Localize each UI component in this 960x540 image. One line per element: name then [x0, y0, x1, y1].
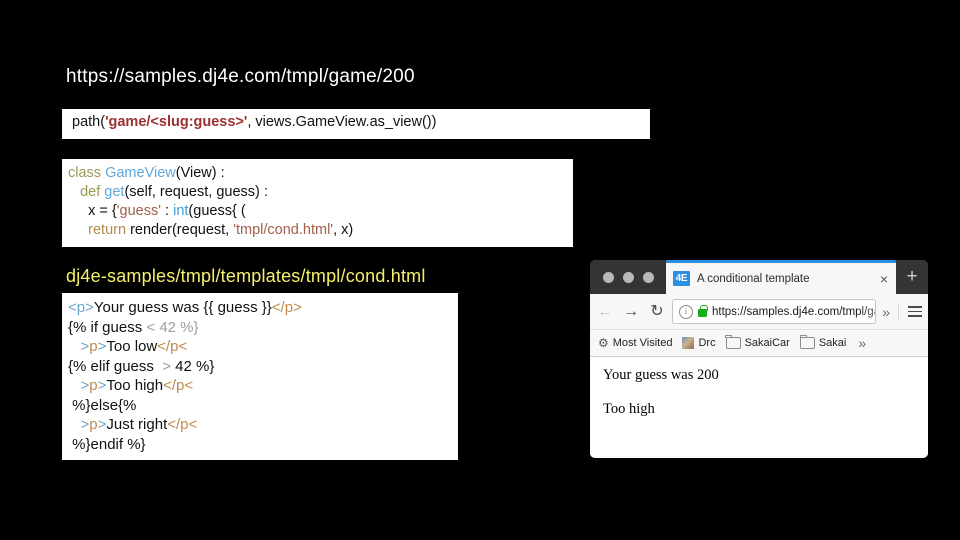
code-token: {% if guess — [68, 318, 147, 336]
code-token: class — [68, 165, 106, 181]
back-button[interactable]: ← — [594, 303, 616, 320]
code-token: 'guess' — [116, 203, 161, 219]
browser-titlebar: 4E A conditional template × + — [590, 260, 928, 294]
code-token: (self, request, guess) : — [124, 184, 268, 200]
window-controls — [590, 260, 666, 294]
bookmark-label: Sakai — [818, 337, 847, 349]
code-token: get — [104, 184, 125, 200]
code-line: %}else{% — [68, 396, 458, 416]
code-token: (View) : — [175, 165, 225, 181]
minimize-window-icon[interactable] — [623, 271, 634, 283]
code-line: x = {'guess' : int(guess{ ( — [68, 202, 573, 221]
browser-tab-active[interactable]: 4E A conditional template × — [666, 260, 896, 294]
code-token: 42 %} — [175, 357, 215, 375]
code-token: </p< — [163, 377, 194, 394]
code-token: p — [89, 338, 98, 355]
code-token: {% elif guess — [68, 357, 159, 375]
html-template-panel: <p>Your guess was {{ guess }}</p> {% if g… — [62, 293, 458, 460]
code-token: %}else{% — [68, 396, 137, 414]
tab-title: A conditional template — [697, 272, 810, 285]
template-file-label: dj4e-samples/tmpl/templates/tmpl/cond.ht… — [66, 266, 426, 286]
code-token: return — [68, 222, 131, 238]
bookmark-label: SakaiCar — [744, 337, 790, 349]
path-suffix: , views.GameView.as_view()) — [247, 114, 437, 130]
code-token: : — [161, 203, 174, 219]
code-line: %}endif %} — [68, 435, 458, 455]
browser-window: 4E A conditional template × + ← → ↻ i ht… — [590, 260, 928, 458]
close-window-icon[interactable] — [603, 271, 614, 283]
page-paragraph: Too high — [603, 401, 655, 417]
toolbar-divider — [898, 302, 899, 321]
site-info-icon[interactable]: i — [679, 304, 693, 319]
code-token: Too high — [106, 377, 164, 394]
code-token: render(request, — [130, 222, 234, 238]
code-token: p — [89, 416, 98, 433]
bookmark-label: Most Visited — [612, 337, 673, 349]
code-token: </p> — [271, 299, 302, 316]
browser-toolbar: ← → ↻ i https://samples.dj4e.com/tmpl/ga… — [590, 294, 928, 330]
bookmark-item[interactable]: ⚙ Most Visited — [598, 337, 672, 349]
address-bar[interactable]: i https://samples.dj4e.com/tmpl/game/200 — [672, 299, 877, 324]
code-token: < 42 %} — [146, 318, 199, 336]
folder-icon — [725, 334, 741, 349]
forward-button[interactable]: → — [620, 303, 642, 320]
code-line: class GameView(View) : — [68, 164, 573, 183]
code-token: > — [68, 416, 90, 433]
page-paragraph: Your guess was 200 — [603, 367, 719, 383]
menu-icon[interactable] — [908, 303, 922, 320]
code-token: def — [68, 184, 105, 200]
address-bar-url: https://samples.dj4e.com/tmpl/game/200 — [712, 305, 875, 318]
code-token: > — [68, 338, 90, 355]
slide-url-heading: https://samples.dj4e.com/tmpl/game/200 — [66, 66, 415, 87]
gear-icon: ⚙ — [598, 336, 609, 350]
toolbar-overflow-icon[interactable]: » — [880, 304, 892, 320]
code-line: >p>Just right</p< — [68, 415, 458, 435]
code-line: return render(request, 'tmpl/cond.html',… — [68, 221, 573, 240]
folder-icon — [799, 334, 815, 349]
code-token: int — [173, 203, 189, 219]
bookmark-label: Drc — [698, 337, 716, 349]
code-token: Too low — [106, 338, 158, 355]
code-line: def get(self, request, guess) : — [68, 183, 573, 202]
code-token: </p< — [167, 416, 198, 433]
path-route-string: 'game/<slug:guess>' — [105, 114, 248, 130]
code-line: <p>Your guess was {{ guess }}</p> — [68, 298, 458, 318]
reload-button[interactable]: ↻ — [646, 303, 668, 320]
bookmark-item[interactable]: Sakai — [799, 334, 847, 349]
code-token: p — [89, 377, 98, 394]
code-token: 'tmpl/cond.html' — [233, 222, 334, 238]
code-token: <p> — [68, 299, 94, 316]
maximize-window-icon[interactable] — [643, 271, 654, 283]
image-favicon — [682, 337, 695, 349]
code-token: > — [158, 357, 176, 375]
python-code-panel: class GameView(View) : def get(self, req… — [62, 159, 573, 247]
code-token: > — [68, 377, 90, 394]
path-code-panel: path('game/<slug:guess>', views.GameView… — [62, 109, 650, 139]
code-token: (guess{ ( — [188, 203, 246, 219]
bookmarks-overflow-icon[interactable]: » — [856, 335, 868, 351]
code-token: Just right — [106, 416, 168, 433]
code-line: >p>Too low</p< — [68, 337, 458, 357]
code-line: {% elif guess > 42 %} — [68, 357, 458, 377]
code-token: GameView — [105, 165, 176, 181]
tab-close-icon[interactable]: × — [880, 272, 890, 286]
bookmarks-bar: ⚙ Most Visited Drc SakaiCar Sakai » — [590, 330, 928, 357]
code-token: x = { — [68, 203, 117, 219]
page-content: Your guess was 200 Too high — [590, 357, 928, 458]
code-line: {% if guess < 42 %} — [68, 318, 458, 338]
bookmark-item[interactable]: SakaiCar — [725, 334, 790, 349]
code-token: Your guess was {{ guess }} — [93, 299, 272, 316]
path-prefix: path( — [72, 114, 106, 130]
code-token: , x) — [333, 222, 354, 238]
new-tab-button[interactable]: + — [896, 260, 928, 294]
code-token: </p< — [157, 338, 188, 355]
tab-favicon-icon: 4E — [673, 271, 690, 286]
code-line: >p>Too high</p< — [68, 376, 458, 396]
lock-icon — [698, 304, 708, 317]
bookmark-item[interactable]: Drc — [682, 337, 716, 349]
code-token: %}endif %} — [68, 435, 146, 453]
